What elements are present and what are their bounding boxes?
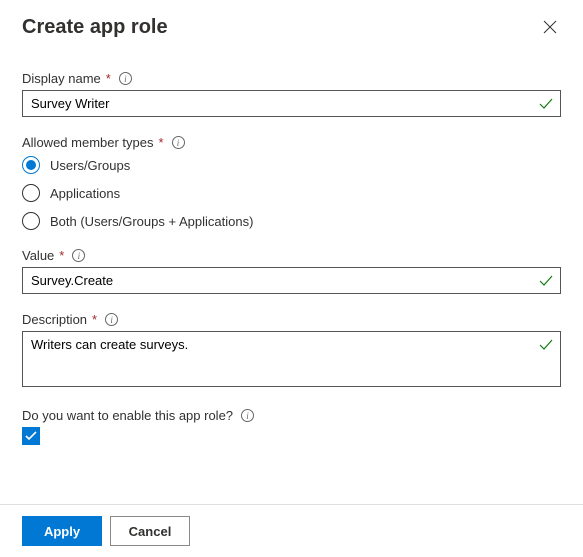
radio-label: Both (Users/Groups + Applications) — [50, 214, 253, 229]
info-icon[interactable]: i — [119, 72, 132, 85]
radio-both[interactable]: Both (Users/Groups + Applications) — [22, 212, 561, 230]
radio-label: Users/Groups — [50, 158, 130, 173]
radio-applications[interactable]: Applications — [22, 184, 561, 202]
required-indicator: * — [59, 248, 64, 263]
page-title: Create app role — [22, 16, 168, 39]
close-icon[interactable] — [539, 16, 561, 41]
display-name-input[interactable] — [22, 90, 561, 117]
apply-button[interactable]: Apply — [22, 516, 102, 546]
value-label: Value — [22, 248, 54, 263]
radio-icon — [22, 212, 40, 230]
display-name-label: Display name — [22, 71, 101, 86]
enable-label: Do you want to enable this app role? — [22, 408, 233, 423]
cancel-button[interactable]: Cancel — [110, 516, 190, 546]
radio-users-groups[interactable]: Users/Groups — [22, 156, 561, 174]
description-input[interactable] — [22, 331, 561, 387]
member-types-label: Allowed member types — [22, 135, 154, 150]
description-label: Description — [22, 312, 87, 327]
value-input[interactable] — [22, 267, 561, 294]
required-indicator: * — [159, 135, 164, 150]
info-icon[interactable]: i — [172, 136, 185, 149]
radio-label: Applications — [50, 186, 120, 201]
radio-icon — [22, 156, 40, 174]
radio-icon — [22, 184, 40, 202]
info-icon[interactable]: i — [241, 409, 254, 422]
required-indicator: * — [106, 71, 111, 86]
enable-checkbox[interactable] — [22, 427, 40, 445]
info-icon[interactable]: i — [105, 313, 118, 326]
info-icon[interactable]: i — [72, 249, 85, 262]
required-indicator: * — [92, 312, 97, 327]
